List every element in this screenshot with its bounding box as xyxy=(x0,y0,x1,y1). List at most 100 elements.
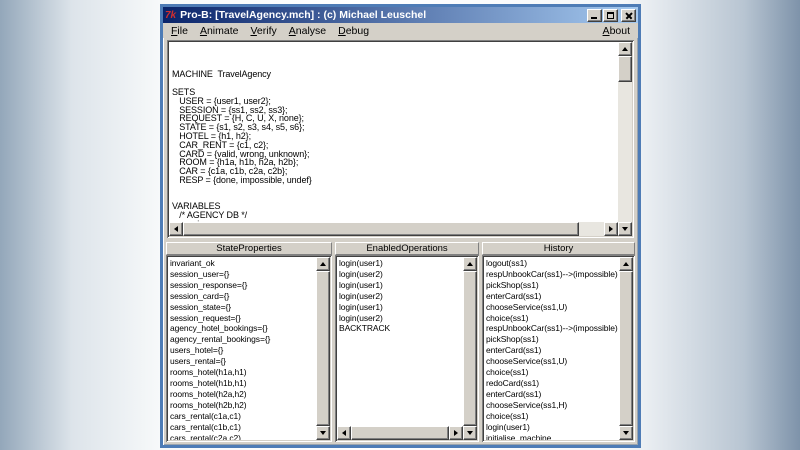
history-item[interactable]: choice(ss1) xyxy=(486,367,619,378)
operation-item[interactable]: login(user1) xyxy=(339,280,463,291)
arrow-down-icon xyxy=(320,431,326,435)
state-property-item[interactable]: users_rental={} xyxy=(170,356,316,367)
minimize-icon xyxy=(591,17,597,19)
history-scrollbar[interactable] xyxy=(619,257,633,440)
state-property-item[interactable]: cars_rental(c1b,c1) xyxy=(170,422,316,433)
state-property-item[interactable]: session_request={} xyxy=(170,313,316,324)
scroll-down-button[interactable] xyxy=(618,222,632,236)
enabled-operations-vscrollbar[interactable] xyxy=(463,257,477,440)
state-property-item[interactable]: cars_rental(c1a,c1) xyxy=(170,411,316,422)
scroll-down-button[interactable] xyxy=(619,426,633,440)
scroll-up-button[interactable] xyxy=(463,257,477,271)
state-property-item[interactable]: session_state={} xyxy=(170,302,316,313)
code-line: RESP = {done, impossible, undef} xyxy=(172,176,618,185)
history-header: History xyxy=(482,242,635,255)
enabled-operations-hscrollbar[interactable] xyxy=(337,426,463,440)
menu-item[interactable]: Analyse xyxy=(283,24,332,38)
history-item[interactable]: chooseService(ss1,H) xyxy=(486,400,619,411)
enabled-operations-header: EnabledOperations xyxy=(335,242,479,255)
state-property-item[interactable]: cars_rental(c2a,c2) xyxy=(170,433,316,441)
scroll-track[interactable] xyxy=(316,271,330,426)
state-property-item[interactable]: rooms_hotel(h2a,h2) xyxy=(170,389,316,400)
state-property-item[interactable]: invariant_ok xyxy=(170,258,316,269)
operation-item[interactable]: BACKTRACK xyxy=(339,323,463,334)
history-item[interactable]: pickShop(ss1) xyxy=(486,334,619,345)
history-item[interactable]: choice(ss1) xyxy=(486,411,619,422)
scroll-up-button[interactable] xyxy=(618,42,632,56)
scroll-right-button[interactable] xyxy=(604,222,618,236)
state-property-item[interactable]: agency_rental_bookings={} xyxy=(170,334,316,345)
minimize-button[interactable] xyxy=(587,9,602,22)
window-title: Pro-B: [TravelAgency.mch] : (c) Michael … xyxy=(180,9,586,21)
scroll-down-button[interactable] xyxy=(316,426,330,440)
arrow-down-icon xyxy=(622,227,628,231)
history-item[interactable]: chooseService(ss1,U) xyxy=(486,302,619,313)
scroll-track[interactable] xyxy=(618,56,632,222)
operation-item[interactable]: login(user2) xyxy=(339,269,463,280)
app-window: 7k Pro-B: [TravelAgency.mch] : (c) Micha… xyxy=(160,4,641,448)
scroll-thumb[interactable] xyxy=(316,271,330,426)
operation-item[interactable]: login(user1) xyxy=(339,302,463,313)
panel-history: History logout(ss1)respUnbookCar(ss1)-->… xyxy=(482,242,635,442)
titlebar[interactable]: 7k Pro-B: [TravelAgency.mch] : (c) Micha… xyxy=(163,7,638,23)
history-item[interactable]: enterCard(ss1) xyxy=(486,291,619,302)
history-item[interactable]: pickShop(ss1) xyxy=(486,280,619,291)
scroll-thumb[interactable] xyxy=(618,56,632,82)
state-property-item[interactable]: session_user={} xyxy=(170,269,316,280)
history-item[interactable]: initialise_machine xyxy=(486,433,619,441)
operation-item[interactable]: login(user2) xyxy=(339,313,463,324)
scroll-track[interactable] xyxy=(351,426,449,440)
scroll-track[interactable] xyxy=(183,222,604,236)
window-controls xyxy=(586,9,636,22)
operation-item[interactable]: login(user2) xyxy=(339,291,463,302)
scroll-thumb[interactable] xyxy=(351,426,449,440)
scroll-down-button[interactable] xyxy=(463,426,477,440)
editor-horizontal-scrollbar[interactable] xyxy=(169,222,618,236)
state-property-item[interactable]: session_card={} xyxy=(170,291,316,302)
enabled-operations-body: login(user1)login(user2)login(user1)logi… xyxy=(335,255,479,442)
close-button[interactable] xyxy=(621,9,636,22)
scroll-thumb[interactable] xyxy=(463,271,477,426)
history-item[interactable]: login(user1) xyxy=(486,422,619,433)
enabled-operations-list[interactable]: login(user1)login(user2)login(user1)logi… xyxy=(337,257,463,426)
operation-item[interactable]: login(user1) xyxy=(339,258,463,269)
history-list[interactable]: logout(ss1)respUnbookCar(ss1)-->(impossi… xyxy=(484,257,619,440)
scroll-left-button[interactable] xyxy=(169,222,183,236)
menu-item[interactable]: Animate xyxy=(194,24,245,38)
state-property-item[interactable]: agency_hotel_bookings={} xyxy=(170,323,316,334)
state-property-item[interactable]: rooms_hotel(h1a,h1) xyxy=(170,367,316,378)
history-item[interactable]: respUnbookCar(ss1)-->(impossible) xyxy=(486,269,619,280)
state-properties-header: StateProperties xyxy=(166,242,332,255)
state-properties-scrollbar[interactable] xyxy=(316,257,330,440)
scroll-track[interactable] xyxy=(619,271,633,426)
arrow-right-icon xyxy=(609,226,613,232)
history-item[interactable]: chooseService(ss1,U) xyxy=(486,356,619,367)
scroll-track[interactable] xyxy=(463,271,477,426)
history-item[interactable]: redoCard(ss1) xyxy=(486,378,619,389)
code-line xyxy=(172,185,618,194)
scroll-up-button[interactable] xyxy=(619,257,633,271)
editor-vertical-scrollbar[interactable] xyxy=(618,42,632,236)
state-property-item[interactable]: users_hotel={} xyxy=(170,345,316,356)
scroll-thumb[interactable] xyxy=(619,271,633,426)
menu-item-about[interactable]: About xyxy=(597,24,636,38)
history-item[interactable]: choice(ss1) xyxy=(486,313,619,324)
state-property-item[interactable]: rooms_hotel(h2b,h2) xyxy=(170,400,316,411)
menu-item[interactable]: Debug xyxy=(332,24,375,38)
state-property-item[interactable]: rooms_hotel(h1b,h1) xyxy=(170,378,316,389)
menu-item[interactable]: Verify xyxy=(244,24,282,38)
history-item[interactable]: enterCard(ss1) xyxy=(486,345,619,356)
history-item[interactable]: respUnbookCar(ss1)-->(impossible) xyxy=(486,323,619,334)
history-item[interactable]: logout(ss1) xyxy=(486,258,619,269)
state-properties-list[interactable]: invariant_oksession_user={}session_respo… xyxy=(168,257,316,440)
history-item[interactable]: enterCard(ss1) xyxy=(486,389,619,400)
scroll-left-button[interactable] xyxy=(337,426,351,440)
arrow-right-icon xyxy=(454,430,458,436)
machine-source-text[interactable]: MACHINE TravelAgencySETS USER = {user1, … xyxy=(169,42,618,222)
scroll-right-button[interactable] xyxy=(449,426,463,440)
scroll-up-button[interactable] xyxy=(316,257,330,271)
scroll-thumb[interactable] xyxy=(183,222,579,236)
state-property-item[interactable]: session_response={} xyxy=(170,280,316,291)
maximize-button[interactable] xyxy=(603,9,618,22)
menu-item[interactable]: File xyxy=(165,24,194,38)
